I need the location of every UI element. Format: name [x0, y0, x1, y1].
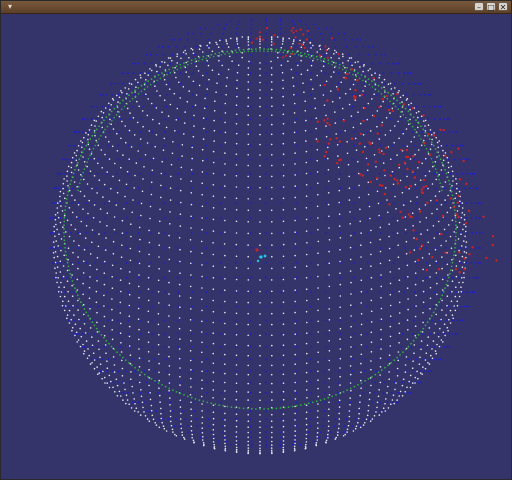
title-bar[interactable]: ▾ – □ ✕	[1, 1, 511, 14]
window-controls: – □ ✕	[474, 2, 508, 12]
3d-viewport[interactable]	[2, 14, 511, 479]
minimize-button[interactable]: –	[474, 2, 484, 12]
window-menu-button[interactable]: ▾	[5, 3, 15, 11]
maximize-button[interactable]: □	[486, 2, 496, 12]
point-cloud-sphere	[49, 18, 498, 455]
close-button[interactable]: ✕	[498, 2, 508, 12]
application-window: ▾ – □ ✕	[0, 0, 512, 480]
